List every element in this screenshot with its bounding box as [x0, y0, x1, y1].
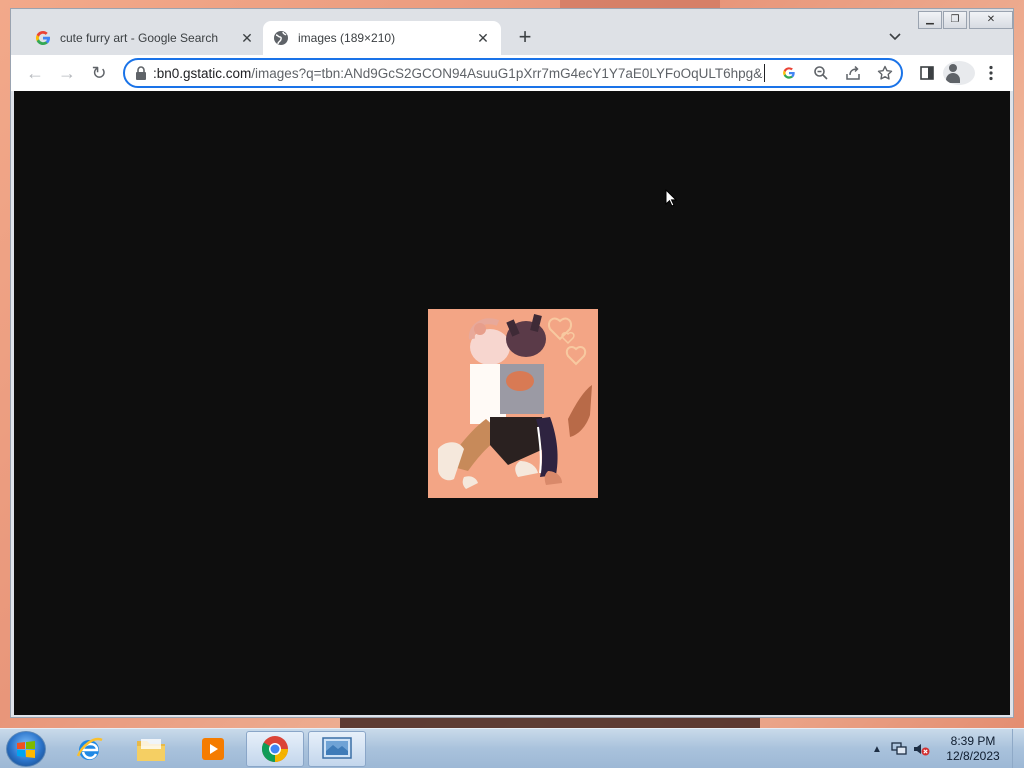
chrome-icon[interactable] — [246, 731, 304, 767]
share-icon[interactable] — [837, 62, 869, 84]
google-lens-icon[interactable] — [773, 62, 805, 84]
show-hidden-icons-arrow[interactable]: ▲ — [866, 739, 888, 759]
zoom-out-icon[interactable] — [805, 62, 837, 84]
globe-icon — [273, 30, 289, 46]
clock[interactable]: 8:39 PM 12/8/2023 — [938, 734, 1008, 764]
back-arrow-icon[interactable]: ← — [25, 63, 45, 83]
displayed-image[interactable] — [428, 309, 598, 498]
url-text[interactable]: :bn0.gstatic.com/images?q=tbn:ANd9GcS2GC… — [153, 66, 763, 81]
tab-strip: cute furry art - Google Search ✕ images … — [11, 9, 1013, 55]
close-tab-icon[interactable]: ✕ — [475, 30, 491, 46]
volume-muted-icon[interactable] — [910, 739, 932, 759]
system-tray: ▲ — [866, 739, 932, 759]
remote-desktop-icon[interactable] — [308, 731, 366, 767]
reload-icon[interactable]: ↻ — [89, 63, 109, 83]
network-icon[interactable] — [888, 739, 910, 759]
file-explorer-icon[interactable] — [122, 731, 180, 767]
tab-title: cute furry art - Google Search — [60, 31, 219, 45]
minimize-button[interactable]: ▁ — [918, 11, 942, 29]
mouse-cursor-icon — [665, 189, 677, 207]
image-viewer-canvas — [14, 91, 1010, 715]
address-bar[interactable]: :bn0.gstatic.com/images?q=tbn:ANd9GcS2GC… — [123, 58, 903, 88]
clock-date: 12/8/2023 — [946, 749, 1000, 763]
forward-arrow-icon[interactable]: → — [57, 63, 77, 83]
kebab-menu-icon[interactable] — [975, 61, 1007, 85]
restore-button[interactable]: ❐ — [943, 11, 967, 29]
show-desktop-button[interactable] — [1012, 729, 1024, 768]
tab-google-search[interactable]: cute furry art - Google Search ✕ — [25, 21, 265, 55]
close-tab-icon[interactable]: ✕ — [239, 30, 255, 46]
new-tab-button[interactable]: + — [513, 26, 537, 50]
taskbar: ▲ 8:39 PM 12/8/2023 — [0, 728, 1024, 768]
bookmark-star-icon[interactable] — [869, 62, 901, 84]
toolbar-right — [911, 61, 1007, 85]
start-button[interactable] — [6, 731, 46, 767]
windows-logo-icon — [17, 741, 35, 758]
side-panel-icon[interactable] — [911, 61, 943, 85]
browser-toolbar: ← → ↻ :bn0.gstatic.com/images?q=tbn:ANd9… — [11, 55, 1013, 91]
window-controls: ▁ ❐ ✕ — [917, 11, 1013, 29]
avatar — [943, 61, 975, 85]
profile-icon[interactable] — [943, 61, 975, 85]
close-window-button[interactable]: ✕ — [969, 11, 1013, 29]
tab-title: images (189×210) — [298, 31, 396, 45]
tab-search-chevron-icon[interactable] — [887, 28, 903, 44]
omnibox-actions — [773, 62, 901, 84]
media-player-icon[interactable] — [184, 731, 242, 767]
tab-image-viewer[interactable]: images (189×210) ✕ — [263, 21, 501, 55]
clock-time: 8:39 PM — [950, 734, 996, 748]
internet-explorer-icon[interactable] — [60, 731, 118, 767]
google-g-icon — [35, 30, 51, 46]
browser-window: cute furry art - Google Search ✕ images … — [10, 8, 1014, 718]
lock-icon[interactable] — [135, 66, 147, 80]
text-caret — [764, 64, 765, 82]
